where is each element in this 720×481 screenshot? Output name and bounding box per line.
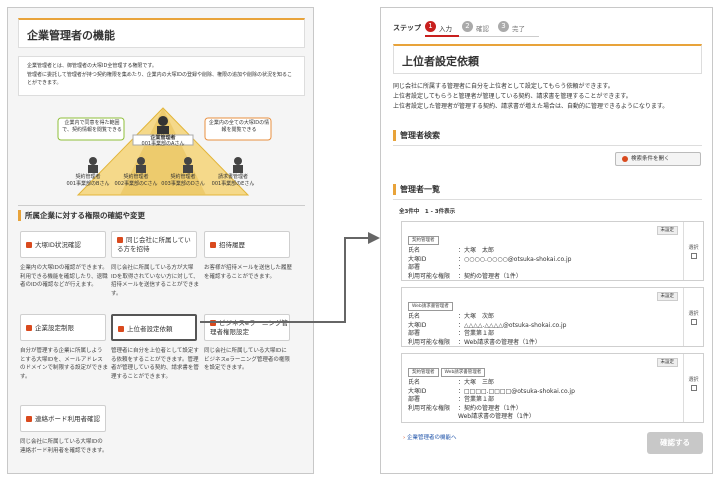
- chevron-right-icon: ›: [403, 435, 406, 441]
- left-title-box: 企業管理者の機能: [18, 18, 305, 48]
- chevron-right-icon: [118, 326, 124, 332]
- count-text: 全3件中 1 - 3件表示: [399, 209, 456, 215]
- card-desc: 管理者に自分を上位者として設定する依頼をすることができます。管理者が管理している…: [111, 348, 199, 380]
- card-company-restrict[interactable]: 企業設定制限: [20, 314, 106, 341]
- chevron-right-icon: [26, 325, 32, 331]
- user-func: ：Web請求書の管理者（1件）: [458, 338, 541, 346]
- person-label: 契約管理者 003事業部のDさん: [161, 174, 205, 187]
- person-label: 契約管理者 001事業部のBさん: [66, 174, 110, 187]
- card-desc: 同じ会社に所属している方が大塚IDを取得されていない方に対して、招待メールを送信…: [111, 265, 200, 297]
- person-label: 請求書管理者 001事業部のEさん: [211, 174, 255, 187]
- user-name: ：大塚 太郎: [458, 247, 495, 254]
- user-func: Web請求書の管理者（1件）: [458, 413, 535, 420]
- user-id: ：○○○○.○○○○@otsuka-shokai.co.jp: [458, 255, 572, 263]
- role-tag: Web請求書管理者: [440, 368, 486, 377]
- left-title: 企業管理者の機能: [27, 29, 115, 42]
- select-cell: 選択: [683, 354, 703, 422]
- step-number: 3: [498, 21, 509, 32]
- right-panel: ステップ 1 入力 2 確認 3 完了 上位者設定依頼 同じ会社に所属する管理者…: [380, 7, 713, 474]
- step-number: 2: [462, 21, 473, 32]
- search-toggle-button[interactable]: 検索条件を開く: [615, 152, 701, 166]
- user-dept: ：: [458, 264, 465, 271]
- user-dept: ：営業第１部: [458, 330, 495, 337]
- select-checkbox[interactable]: [690, 319, 697, 325]
- user-id: ：△△△△.△△△△@otsuka-shokai.co.jp: [458, 321, 567, 329]
- chevron-right-icon: [26, 242, 32, 248]
- person-label: 契約管理者 002事業部のCさん: [114, 174, 158, 187]
- card-invite[interactable]: 同じ会社に所属している方を招待: [111, 231, 197, 258]
- status-badge: 未設定: [656, 292, 678, 301]
- select-cell: 選択: [683, 222, 703, 280]
- status-badge: 未設定: [656, 226, 678, 235]
- select-checkbox[interactable]: [690, 385, 697, 391]
- top-name: 001事業部のAさん: [141, 141, 185, 147]
- left-intro: 企業管理者とは、御管理者の大塚ID全管理する権限です。 管理者に委託して管理者が…: [18, 56, 305, 96]
- role-tag: 契約管理者: [408, 368, 439, 377]
- section-marker: [393, 184, 396, 195]
- list-item: Web請求書管理者 未設定 氏名 ：大塚 次郎 大塚ID ：△△△△.△△△△@ot…: [401, 287, 704, 347]
- divider: [393, 145, 702, 146]
- bubble-right: 企業内の全ての大塚IDの情報を閲覧できる: [208, 120, 270, 133]
- card-desc: 企業内の大塚IDの確認ができます。利用できる機能を確認したり、退職者のIDの確認…: [20, 265, 108, 289]
- card-superior-request[interactable]: 上位者設定依頼: [111, 314, 197, 341]
- card-desc: 同じ会社に所属している大塚IDにビジネスeラーニング管理者の権限を設定できます。: [204, 348, 290, 372]
- user-name: ：大塚 三郎: [458, 379, 495, 386]
- connector-arrow-icon: [200, 232, 380, 323]
- step-label: ステップ: [393, 24, 421, 32]
- chevron-right-icon: [117, 237, 123, 243]
- step-number: 1: [425, 21, 436, 32]
- step-underline: [425, 35, 459, 37]
- card-id-status[interactable]: 大塚ID状況確認: [20, 231, 106, 258]
- step-text: 完了: [512, 25, 525, 33]
- card-desc: 自分が管理する企業に所属しようとする大塚IDを、メールアドレスのドメインで制限す…: [20, 348, 109, 380]
- select-checkbox[interactable]: [690, 253, 697, 259]
- list-item: 契約管理者 Web請求書管理者 未設定 氏名 ：大塚 三郎 大塚ID ：□□□□.□□…: [401, 353, 704, 423]
- right-title: 上位者設定依頼: [402, 55, 479, 68]
- step-text: 確認: [476, 25, 489, 33]
- section-marker: [18, 210, 21, 221]
- role-tag: 契約管理者: [408, 236, 439, 245]
- section-title: 所属企業に対する権限の確認や変更: [25, 211, 145, 220]
- select-cell: 選択: [683, 288, 703, 346]
- divider: [18, 205, 305, 206]
- bubble-left: 企業内で同意を得た範囲で、契約情報を閲覧できる: [62, 120, 122, 133]
- step-track: [459, 36, 539, 37]
- card-board-users[interactable]: 連絡ボード利用者確認: [20, 405, 106, 432]
- step-text: 入力: [439, 25, 452, 33]
- section-marker: [393, 130, 396, 141]
- card-desc: 同じ会社に所属している大塚IDの連絡ボード利用者を確認できます。: [20, 439, 108, 454]
- user-id: ：□□□□.□□□□@otsuka-shokai.co.jp: [458, 387, 575, 395]
- search-title: 管理者検索: [400, 131, 440, 140]
- user-func: ：契約の管理者（1件）: [458, 272, 522, 280]
- confirm-button[interactable]: 確認する: [647, 432, 703, 454]
- status-badge: 未設定: [656, 358, 678, 367]
- user-func: ：契約の管理者（1件）: [458, 404, 522, 412]
- list-title: 管理者一覧: [400, 185, 440, 194]
- role-tag: Web請求書管理者: [408, 302, 453, 311]
- admin-functions-link[interactable]: › 企業管理者の機能へ: [403, 433, 456, 441]
- right-desc: 同じ会社に所属する管理者に自分を上位者として設定してもらう依頼ができます。 上位…: [393, 83, 669, 111]
- chevron-down-icon: [622, 155, 628, 162]
- user-dept: ：営業第１部: [458, 396, 495, 403]
- right-title-box: 上位者設定依頼: [393, 44, 702, 74]
- list-item: 契約管理者 未設定 氏名 ：大塚 太郎 大塚ID ：○○○○.○○○○@otsuka…: [401, 221, 704, 281]
- divider: [393, 199, 702, 200]
- chevron-right-icon: [26, 416, 32, 422]
- user-name: ：大塚 次郎: [458, 313, 495, 320]
